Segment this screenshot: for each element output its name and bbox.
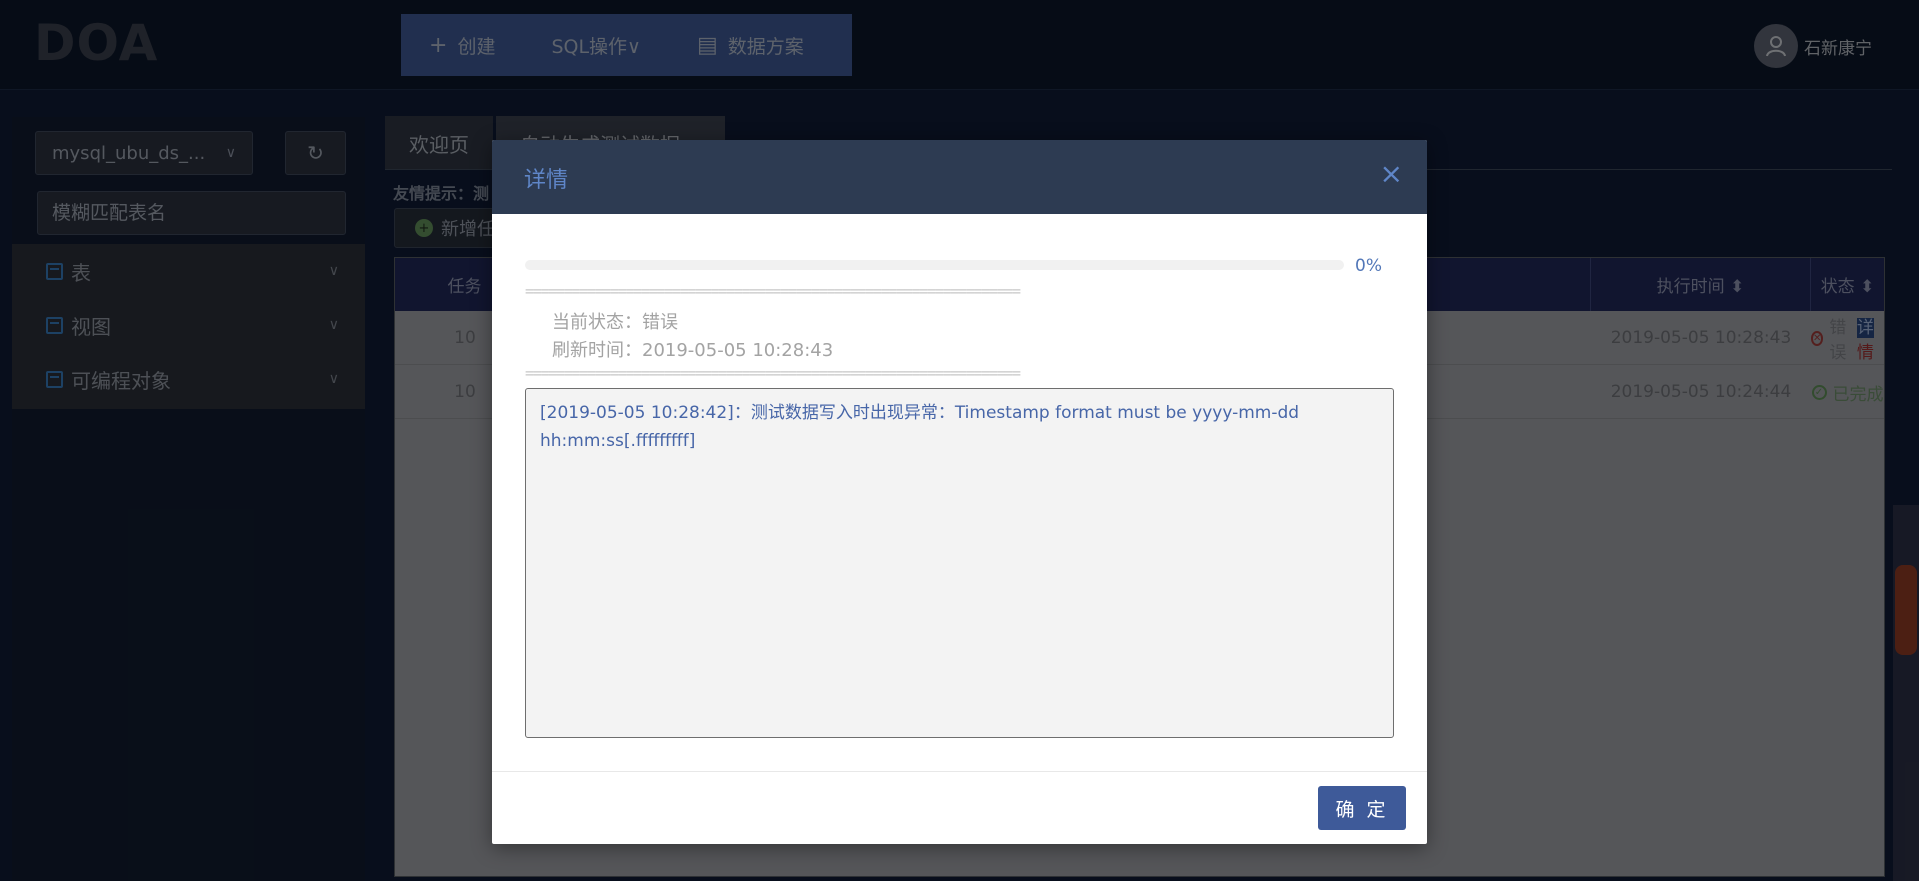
modal-header: 详情 × [492,140,1427,214]
progress-percent: 0% [1355,256,1382,276]
close-icon[interactable]: × [1380,160,1403,188]
detail-modal: 详情 × 0% ================================… [492,140,1427,844]
ok-button[interactable]: 确 定 [1318,786,1406,830]
progress-bar [525,260,1344,270]
modal-title: 详情 [524,168,569,193]
separator-line: ========================================… [525,282,1021,300]
log-textarea[interactable]: [2019-05-05 10:28:42]：测试数据写入时出现异常：Timest… [525,388,1394,738]
separator-line: ========================================… [525,364,1021,382]
current-status: 当前状态：错误 [552,312,678,333]
footer-divider [492,771,1427,772]
refresh-time: 刷新时间：2019-05-05 10:28:43 [552,340,834,361]
